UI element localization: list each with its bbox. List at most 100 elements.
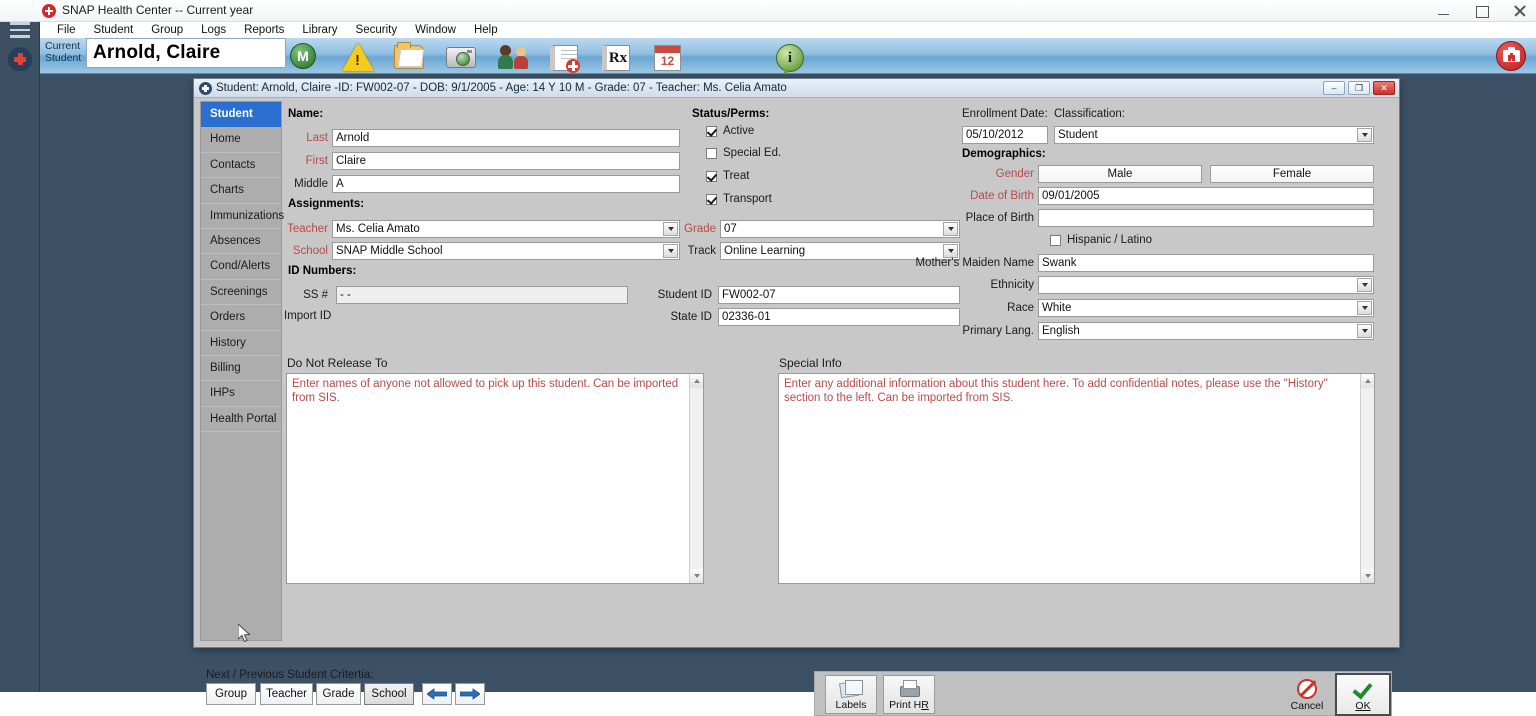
- scroll-up-icon[interactable]: [1361, 374, 1375, 388]
- active-checkbox[interactable]: [706, 126, 717, 137]
- sidebar-item-absences[interactable]: Absences: [201, 229, 281, 254]
- os-close-button[interactable]: [1512, 3, 1528, 19]
- place-of-birth-input[interactable]: [1038, 209, 1374, 227]
- dialog-close-button[interactable]: ✕: [1373, 81, 1395, 95]
- menu-item-help[interactable]: Help: [465, 22, 507, 38]
- first-aid-kit-icon[interactable]: [1496, 41, 1526, 71]
- cancel-button[interactable]: Cancel: [1281, 675, 1333, 714]
- scroll-up-icon[interactable]: [690, 374, 704, 388]
- criteria-button-school[interactable]: School: [364, 683, 414, 705]
- last-name-input[interactable]: Arnold: [332, 129, 680, 147]
- alert-warning-icon[interactable]: [342, 40, 376, 72]
- scroll-down-icon[interactable]: [1361, 569, 1375, 583]
- contacts-people-icon[interactable]: [498, 40, 532, 72]
- special-ed-checkbox[interactable]: [706, 148, 717, 159]
- current-student-field[interactable]: Arnold, Claire: [86, 38, 286, 68]
- open-folder-icon[interactable]: [394, 40, 428, 72]
- print-hr-button[interactable]: Print HR: [883, 675, 935, 714]
- special-info-textarea[interactable]: Enter any additional information about t…: [778, 373, 1375, 584]
- menu-item-reports[interactable]: Reports: [235, 22, 293, 38]
- ok-button[interactable]: OK: [1335, 673, 1391, 716]
- chevron-down-icon[interactable]: [943, 222, 958, 236]
- teacher-select[interactable]: Ms. Celia Amato: [332, 220, 680, 238]
- chevron-down-icon[interactable]: [1357, 324, 1372, 338]
- classification-select[interactable]: Student: [1054, 126, 1374, 144]
- race-label: Race: [924, 302, 1034, 314]
- sidebar-item-cond-alerts[interactable]: Cond/Alerts: [201, 254, 281, 279]
- criteria-button-grade[interactable]: Grade: [316, 683, 361, 705]
- scroll-down-icon[interactable]: [690, 569, 704, 583]
- sidebar-item-immunizations[interactable]: Immunizations: [201, 204, 281, 229]
- middle-name-input[interactable]: A: [332, 175, 680, 193]
- ss-number-input[interactable]: - -: [336, 286, 628, 304]
- calendar-icon[interactable]: 12: [654, 40, 688, 72]
- menu-item-logs[interactable]: Logs: [192, 22, 235, 38]
- school-select[interactable]: SNAP Middle School: [332, 242, 680, 260]
- arrow-right-icon[interactable]: [455, 683, 485, 705]
- dialog-minimize-button[interactable]: –: [1323, 81, 1345, 95]
- primary-language-select[interactable]: English: [1038, 322, 1374, 340]
- sidebar-item-orders[interactable]: Orders: [201, 305, 281, 330]
- transport-checkbox[interactable]: [706, 194, 717, 205]
- treat-checkbox-row[interactable]: Treat: [706, 170, 749, 182]
- labels-button[interactable]: Labels: [825, 675, 877, 714]
- chevron-down-icon[interactable]: [943, 244, 958, 258]
- gender-male-button[interactable]: Male: [1038, 165, 1202, 183]
- menu-item-student[interactable]: Student: [85, 22, 143, 38]
- gender-female-button[interactable]: Female: [1210, 165, 1374, 183]
- first-name-label: First: [284, 155, 328, 167]
- sidebar-item-billing[interactable]: Billing: [201, 356, 281, 381]
- treat-checkbox[interactable]: [706, 171, 717, 182]
- menu-icon[interactable]: [10, 22, 30, 38]
- ethnicity-label: Ethnicity: [924, 279, 1034, 291]
- first-name-input[interactable]: Claire: [332, 152, 680, 170]
- race-select[interactable]: White: [1038, 299, 1374, 317]
- criteria-button-teacher[interactable]: Teacher: [260, 683, 313, 705]
- chevron-down-icon[interactable]: [1357, 128, 1372, 142]
- chevron-down-icon[interactable]: [1357, 301, 1372, 315]
- sidebar-item-health-portal[interactable]: Health Portal: [201, 407, 281, 432]
- special-info-scrollbar[interactable]: [1360, 374, 1374, 583]
- sidebar-item-charts[interactable]: Charts: [201, 178, 281, 203]
- add-note-icon[interactable]: [550, 40, 584, 72]
- sidebar-item-screenings[interactable]: Screenings: [201, 280, 281, 305]
- menu-item-window[interactable]: Window: [406, 22, 465, 38]
- menu-item-file[interactable]: File: [48, 22, 85, 38]
- chevron-down-icon[interactable]: [1357, 278, 1372, 292]
- dialog-restore-button[interactable]: ❐: [1348, 81, 1370, 95]
- grade-label: Grade: [674, 223, 716, 235]
- do-not-release-scrollbar[interactable]: [689, 374, 703, 583]
- active-checkbox-row[interactable]: Active: [706, 125, 754, 137]
- transport-checkbox-row[interactable]: Transport: [706, 193, 772, 205]
- student-form: Name: Last Arnold First Claire Middle A …: [284, 101, 1394, 641]
- hispanic-latino-checkbox[interactable]: [1050, 235, 1061, 246]
- date-of-birth-input[interactable]: 09/01/2005: [1038, 187, 1374, 205]
- prescription-rx-icon[interactable]: Rx: [602, 40, 636, 72]
- sidebar-item-history[interactable]: History: [201, 331, 281, 356]
- name-section-header: Name:: [288, 108, 323, 120]
- middle-name-label: Middle: [284, 178, 328, 190]
- gender-label: Gender: [924, 168, 1034, 180]
- labels-icon: [840, 680, 862, 698]
- criteria-button-group[interactable]: Group: [206, 683, 256, 705]
- sidebar-item-contacts[interactable]: Contacts: [201, 153, 281, 178]
- information-icon[interactable]: i: [776, 40, 810, 72]
- sidebar-item-student[interactable]: Student: [201, 102, 281, 127]
- os-minimize-button[interactable]: [1436, 3, 1452, 19]
- sidebar-item-ihps[interactable]: IHPs: [201, 381, 281, 406]
- enrollment-date-input[interactable]: 05/10/2012: [962, 126, 1048, 144]
- do-not-release-textarea[interactable]: Enter names of anyone not allowed to pic…: [286, 373, 704, 584]
- mothers-maiden-name-input[interactable]: Swank: [1038, 254, 1374, 272]
- medicaid-m-icon[interactable]: M: [290, 40, 324, 72]
- cancel-icon: [1297, 679, 1317, 699]
- arrow-left-icon[interactable]: [422, 683, 452, 705]
- os-maximize-button[interactable]: [1474, 3, 1490, 19]
- menu-item-security[interactable]: Security: [347, 22, 407, 38]
- ethnicity-select[interactable]: [1038, 276, 1374, 294]
- camera-icon[interactable]: [446, 40, 480, 72]
- menu-item-group[interactable]: Group: [142, 22, 192, 38]
- sidebar-item-home[interactable]: Home: [201, 127, 281, 152]
- special-ed-checkbox-row[interactable]: Special Ed.: [706, 147, 781, 159]
- hispanic-latino-checkbox-row[interactable]: Hispanic / Latino: [1050, 234, 1152, 246]
- menu-item-library[interactable]: Library: [293, 22, 346, 38]
